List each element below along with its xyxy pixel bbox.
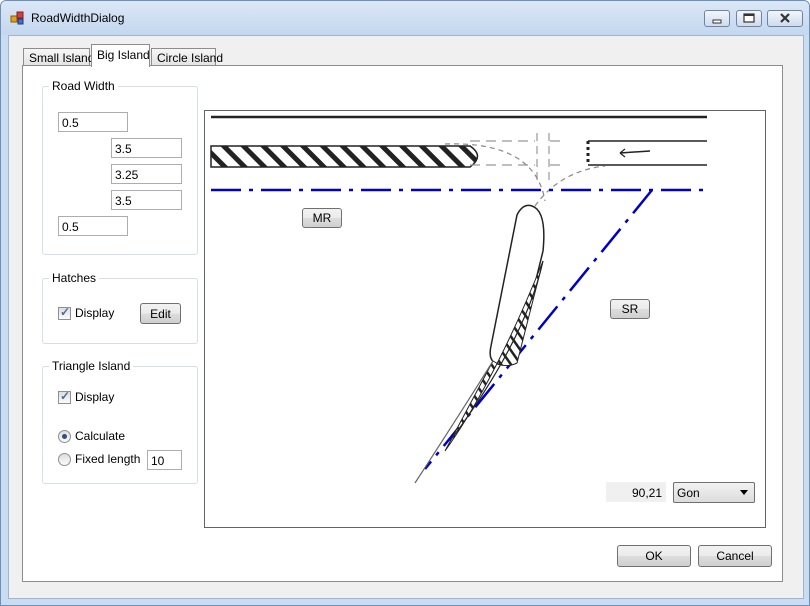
road-drawing-canvas: MR SR 90,21 Gon bbox=[204, 110, 766, 528]
road-width-input-1[interactable]: 0.5 bbox=[58, 112, 128, 132]
hatches-display-label: Display bbox=[75, 306, 115, 320]
road-width-input-5[interactable]: 0.5 bbox=[58, 216, 128, 236]
road-drawing bbox=[210, 115, 707, 484]
triangle-island-group: Triangle Island ✓ Display Calculate Fixe… bbox=[42, 359, 198, 484]
triangle-island-title: Triangle Island bbox=[49, 359, 134, 373]
checkmark-icon: ✓ bbox=[60, 305, 71, 319]
angle-value: 90,21 bbox=[606, 482, 666, 502]
island-edge-line bbox=[414, 360, 494, 484]
fixed-length-radio[interactable] bbox=[58, 453, 71, 466]
fixed-length-input[interactable]: 10 bbox=[147, 450, 182, 470]
minimize-icon bbox=[712, 19, 722, 24]
app-icon bbox=[10, 11, 24, 25]
road-width-group: Road Width 0.5 3.5 3.25 3.5 0.5 bbox=[42, 79, 198, 255]
road-width-title: Road Width bbox=[49, 79, 118, 93]
triangle-display-checkbox[interactable]: ✓ bbox=[58, 389, 71, 404]
calculate-label: Calculate bbox=[75, 429, 126, 443]
calculate-radio[interactable] bbox=[58, 430, 71, 443]
hatches-group: Hatches ✓ Display Edit bbox=[42, 271, 198, 344]
chevron-down-icon bbox=[740, 490, 748, 495]
sr-button[interactable]: SR bbox=[610, 299, 650, 319]
title-bar[interactable]: RoadWidthDialog bbox=[1, 1, 809, 35]
mr-button[interactable]: MR bbox=[302, 208, 342, 228]
hatches-title: Hatches bbox=[49, 271, 100, 285]
tab-circle-island[interactable]: Circle Island bbox=[151, 48, 223, 66]
lane-marking bbox=[588, 140, 707, 166]
close-icon bbox=[780, 13, 790, 23]
tab-small-island[interactable]: Small Island bbox=[23, 48, 94, 66]
maximize-icon bbox=[743, 13, 755, 23]
minimize-button[interactable] bbox=[704, 10, 730, 27]
turn-curve-right bbox=[534, 165, 606, 207]
ok-button[interactable]: OK bbox=[617, 545, 691, 567]
tab-big-island[interactable]: Big Island bbox=[91, 44, 150, 67]
angle-unit-value: Gon bbox=[677, 486, 700, 500]
dialog-window: RoadWidthDialog Small Island Big Island … bbox=[0, 0, 810, 606]
maximize-button[interactable] bbox=[736, 10, 762, 27]
angle-unit-select[interactable]: Gon bbox=[673, 482, 755, 503]
direction-arrow-icon bbox=[619, 150, 651, 154]
hatched-median bbox=[210, 145, 479, 168]
close-button[interactable] bbox=[767, 10, 803, 27]
triangle-display-label: Display bbox=[75, 390, 115, 404]
fixed-length-label: Fixed length bbox=[75, 452, 141, 466]
checkmark-icon: ✓ bbox=[60, 389, 71, 403]
radio-selected-dot bbox=[62, 434, 67, 439]
big-island-panel: Road Width 0.5 3.5 3.25 3.5 0.5 Hatches … bbox=[22, 65, 783, 582]
road-width-input-4[interactable]: 3.5 bbox=[111, 190, 182, 210]
hatches-edit-button[interactable]: Edit bbox=[140, 303, 181, 324]
road-width-input-3[interactable]: 3.25 bbox=[111, 164, 182, 184]
road-width-input-2[interactable]: 3.5 bbox=[111, 138, 182, 158]
window-title: RoadWidthDialog bbox=[31, 11, 125, 25]
hatches-display-checkbox[interactable]: ✓ bbox=[58, 305, 71, 320]
cancel-button[interactable]: Cancel bbox=[698, 545, 772, 567]
client-area: Small Island Big Island Circle Island Ro… bbox=[8, 35, 804, 599]
dashed-lane-lines bbox=[470, 140, 565, 166]
